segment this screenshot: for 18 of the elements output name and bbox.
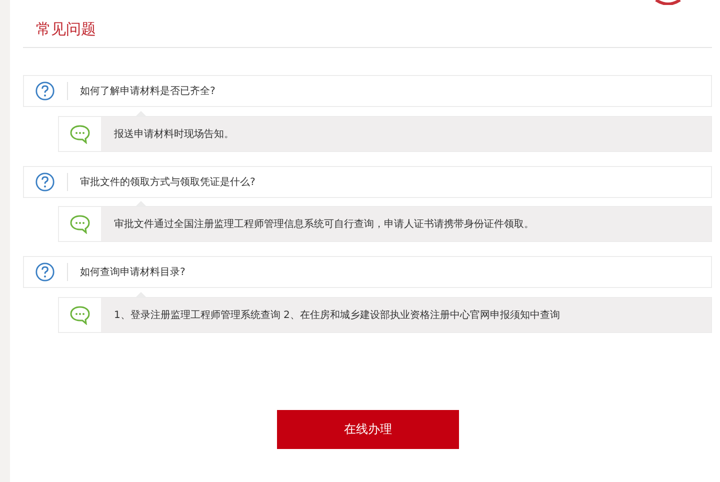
answer-text: 报送申请材料时现场告知。 <box>114 128 234 141</box>
question-row[interactable]: 如何查询申请材料目录? <box>23 256 712 288</box>
question-text: 如何查询申请材料目录? <box>80 266 186 279</box>
arc-icon <box>655 0 681 5</box>
chat-bubble-icon <box>59 207 101 241</box>
question-text: 审批文件的领取方式与领取凭证是什么? <box>80 176 256 189</box>
chat-bubble-icon <box>59 117 101 151</box>
chat-bubble-icon <box>59 298 101 332</box>
answer-text: 审批文件通过全国注册监理工程师管理信息系统可自行查询，申请人证书请携带身份证件领取。 <box>114 218 534 231</box>
question-row[interactable]: 如何了解申请材料是否已齐全? <box>23 75 712 107</box>
answer-text: 1、登录注册监理工程师管理系统查询 2、在住房和城乡建设部执业资格注册中心官网申报须知中查询 <box>114 308 560 322</box>
question-icon <box>35 262 55 282</box>
online-apply-button[interactable]: 在线办理 <box>277 410 459 449</box>
question-text: 如何了解申请材料是否已齐全? <box>80 84 216 98</box>
question-icon <box>35 172 55 192</box>
section-title: 常见问题 <box>36 20 96 39</box>
question-icon <box>35 81 55 101</box>
question-row[interactable]: 审批文件的领取方式与领取凭证是什么? <box>23 166 712 198</box>
